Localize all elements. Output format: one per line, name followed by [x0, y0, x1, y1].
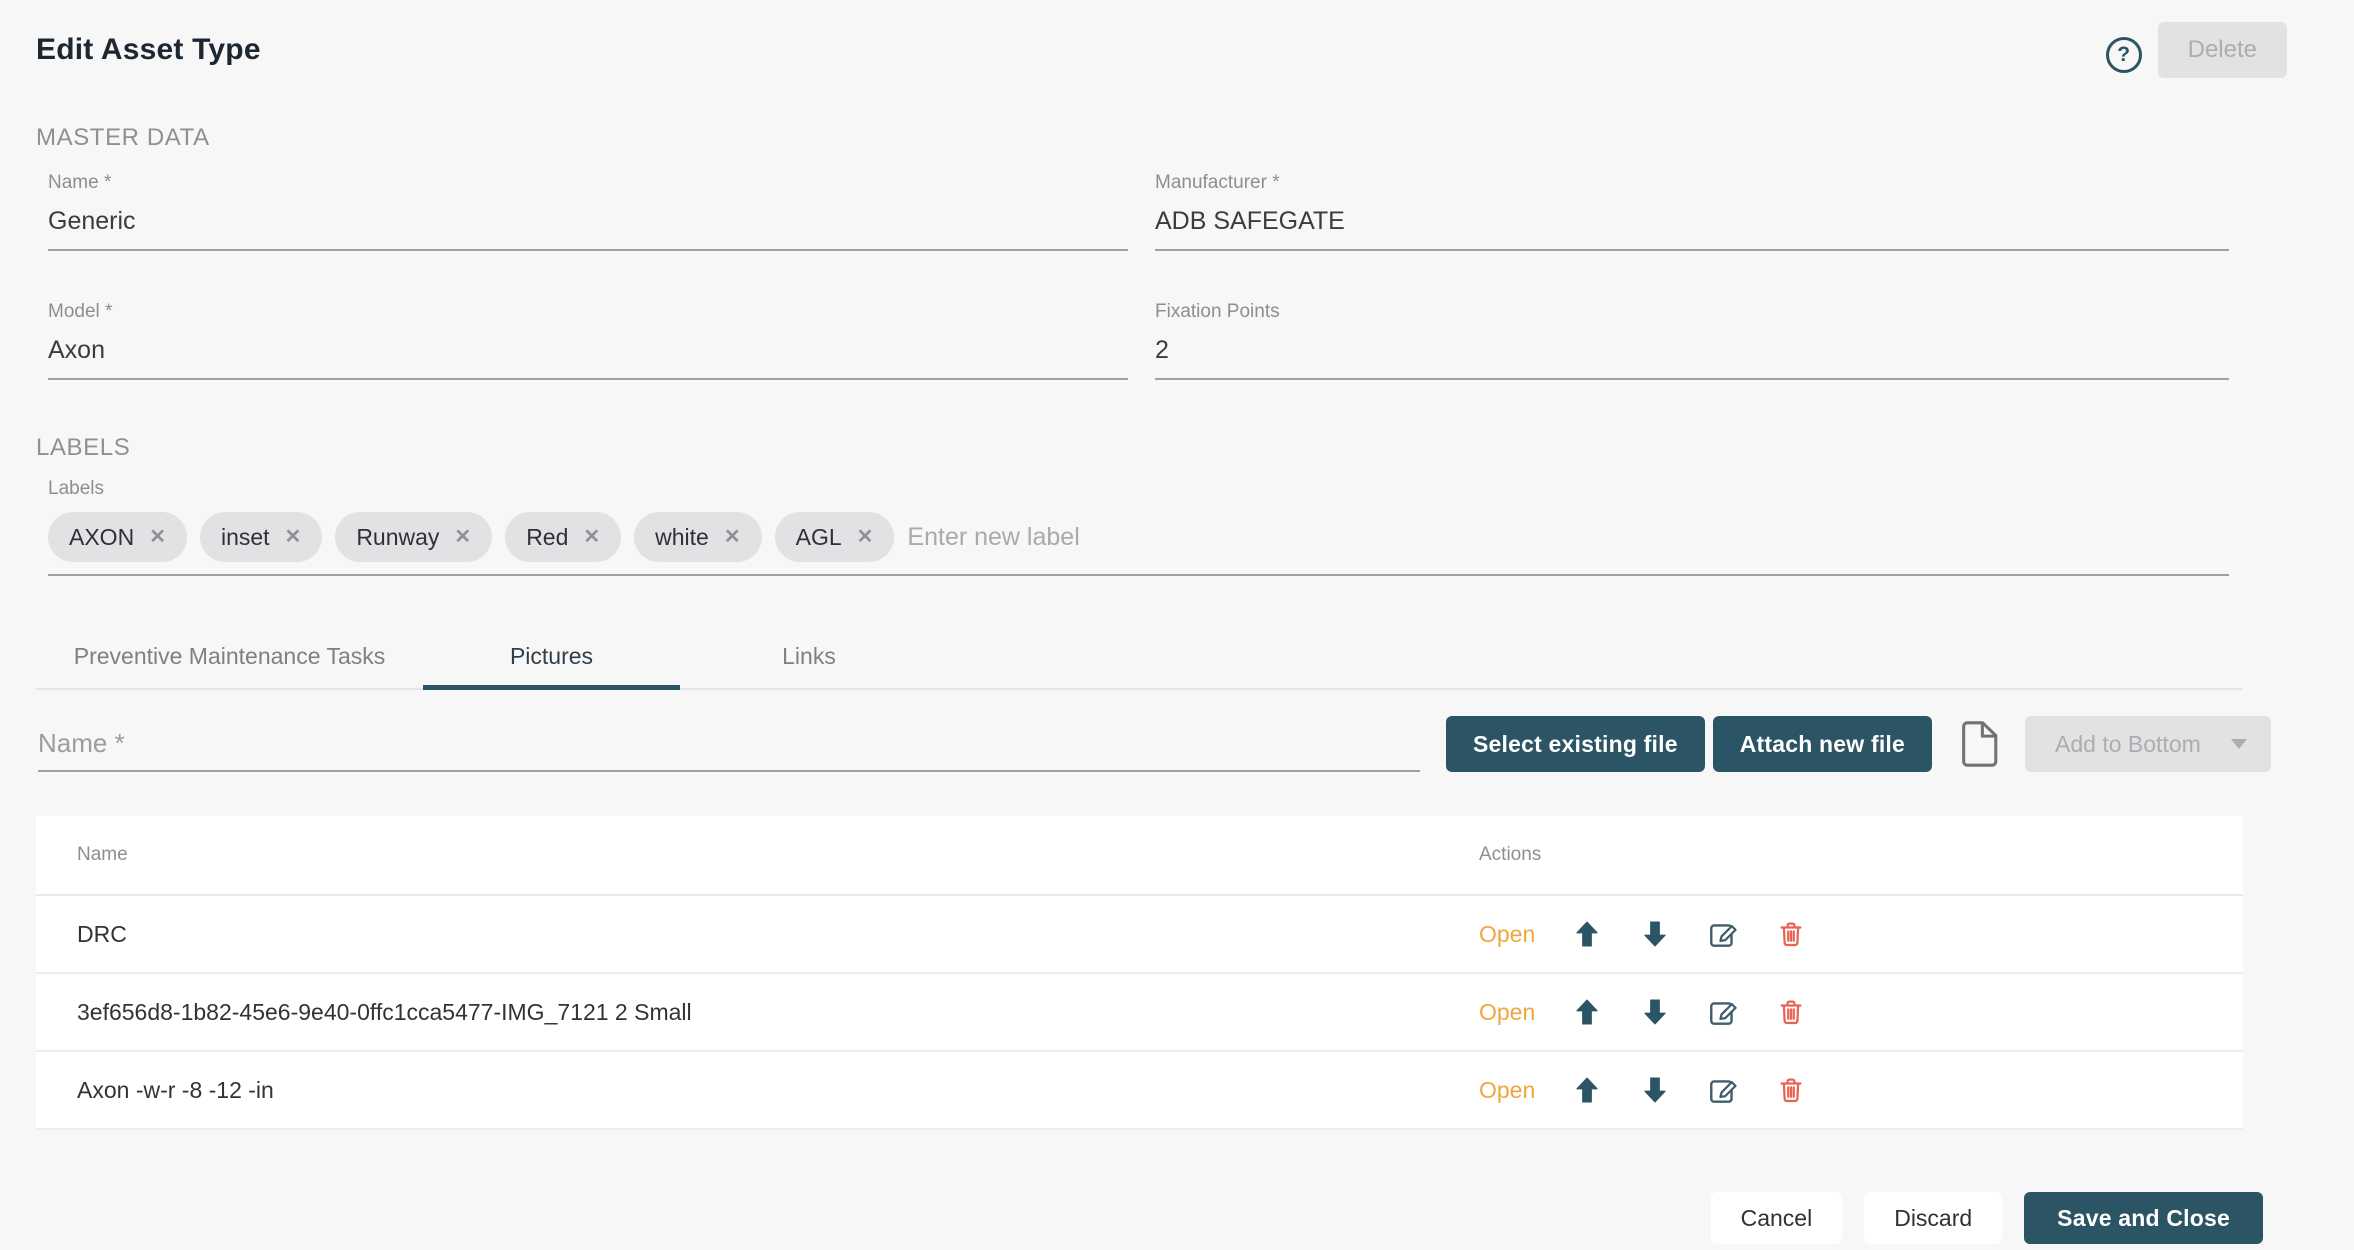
- label-chip: AXON ✕: [48, 512, 187, 562]
- attach-new-file-button[interactable]: Attach new file: [1713, 716, 1932, 772]
- remove-chip-icon[interactable]: ✕: [583, 527, 600, 547]
- tab-bar: Preventive Maintenance Tasks Pictures Li…: [36, 624, 2243, 690]
- picture-name: 3ef656d8-1b82-45e6-9e40-0ffc1cca5477-IMG…: [77, 999, 1479, 1026]
- edit-icon[interactable]: [1707, 918, 1739, 950]
- manufacturer-field-label: Manufacturer *: [1155, 172, 2229, 194]
- label-chip-text: inset: [221, 524, 270, 551]
- fixation-points-field-label: Fixation Points: [1155, 301, 2229, 323]
- edit-icon[interactable]: [1707, 996, 1739, 1028]
- row-actions: Open: [1479, 996, 2243, 1028]
- fixation-points-field-value[interactable]: 2: [1155, 336, 2229, 380]
- pictures-table: Name Actions DRC Open: [36, 816, 2243, 1130]
- tab-links[interactable]: Links: [680, 624, 938, 688]
- move-down-icon[interactable]: [1639, 996, 1671, 1028]
- master-data-form: Name * Generic Manufacturer * ADB SAFEGA…: [48, 172, 2354, 380]
- edit-icon[interactable]: [1707, 1074, 1739, 1106]
- label-chip: AGL ✕: [775, 512, 895, 562]
- label-chip-text: Red: [526, 524, 568, 551]
- delete-row-icon[interactable]: [1775, 996, 1807, 1028]
- label-chip: Runway ✕: [335, 512, 492, 562]
- remove-chip-icon[interactable]: ✕: [454, 527, 471, 547]
- new-label-input[interactable]: [907, 512, 2229, 562]
- label-chip-text: AXON: [69, 524, 134, 551]
- label-chip-text: Runway: [356, 524, 439, 551]
- pictures-toolbar: Select existing file Attach new file Add…: [38, 716, 2354, 772]
- manufacturer-field-value[interactable]: ADB SAFEGATE: [1155, 207, 2229, 251]
- tab-pictures[interactable]: Pictures: [423, 624, 680, 688]
- cancel-button[interactable]: Cancel: [1711, 1192, 1843, 1244]
- label-chip: inset ✕: [200, 512, 322, 562]
- page-title: Edit Asset Type: [36, 33, 261, 67]
- name-field-value[interactable]: Generic: [48, 207, 1128, 251]
- move-up-icon[interactable]: [1571, 918, 1603, 950]
- delete-row-icon[interactable]: [1775, 1074, 1807, 1106]
- header-actions: ? Delete: [2106, 22, 2287, 78]
- row-actions: Open: [1479, 918, 2243, 950]
- tab-preventive-maintenance-tasks[interactable]: Preventive Maintenance Tasks: [36, 624, 423, 688]
- table-row: 3ef656d8-1b82-45e6-9e40-0ffc1cca5477-IMG…: [36, 974, 2243, 1052]
- open-link[interactable]: Open: [1479, 921, 1535, 948]
- labels-chips-row: AXON ✕ inset ✕ Runway ✕ Red ✕ white ✕ AG…: [48, 512, 2229, 576]
- table-row: Axon -w-r -8 -12 -in Open: [36, 1052, 2243, 1130]
- open-link[interactable]: Open: [1479, 1077, 1535, 1104]
- labels-section-title: LABELS: [36, 434, 2354, 462]
- name-field[interactable]: Name * Generic: [48, 172, 1128, 251]
- move-down-icon[interactable]: [1639, 1074, 1671, 1106]
- label-chip-text: white: [655, 524, 709, 551]
- question-mark-glyph: ?: [2117, 43, 2130, 67]
- delete-button[interactable]: Delete: [2158, 22, 2287, 78]
- column-header-name: Name: [77, 844, 1479, 866]
- labels-field-label: Labels: [48, 478, 2354, 500]
- picture-name-input[interactable]: [38, 716, 1420, 772]
- open-link[interactable]: Open: [1479, 999, 1535, 1026]
- remove-chip-icon[interactable]: ✕: [857, 527, 874, 547]
- select-existing-file-button[interactable]: Select existing file: [1446, 716, 1705, 772]
- model-field-value[interactable]: Axon: [48, 336, 1128, 380]
- picture-name: Axon -w-r -8 -12 -in: [77, 1077, 1479, 1104]
- label-chip-text: AGL: [796, 524, 842, 551]
- chevron-down-icon: [2231, 739, 2247, 749]
- manufacturer-field[interactable]: Manufacturer * ADB SAFEGATE: [1155, 172, 2229, 251]
- model-field[interactable]: Model * Axon: [48, 301, 1128, 380]
- page-header: Edit Asset Type ? Delete: [0, 0, 2354, 84]
- add-to-bottom-label: Add to Bottom: [2055, 731, 2201, 758]
- move-up-icon[interactable]: [1571, 996, 1603, 1028]
- model-field-label: Model *: [48, 301, 1128, 323]
- move-down-icon[interactable]: [1639, 918, 1671, 950]
- table-row: DRC Open: [36, 896, 2243, 974]
- remove-chip-icon[interactable]: ✕: [724, 527, 741, 547]
- file-icon: [1960, 719, 1998, 769]
- table-header-row: Name Actions: [36, 816, 2243, 896]
- remove-chip-icon[interactable]: ✕: [149, 527, 166, 547]
- footer-actions: Cancel Discard Save and Close: [0, 1192, 2354, 1244]
- remove-chip-icon[interactable]: ✕: [285, 527, 302, 547]
- move-up-icon[interactable]: [1571, 1074, 1603, 1106]
- name-field-label: Name *: [48, 172, 1128, 194]
- fixation-points-field[interactable]: Fixation Points 2: [1155, 301, 2229, 380]
- column-header-actions: Actions: [1479, 844, 2243, 866]
- label-chip: white ✕: [634, 512, 761, 562]
- add-to-bottom-dropdown[interactable]: Add to Bottom: [2025, 716, 2271, 772]
- delete-row-icon[interactable]: [1775, 918, 1807, 950]
- picture-name: DRC: [77, 921, 1479, 948]
- save-and-close-button[interactable]: Save and Close: [2024, 1192, 2263, 1244]
- help-icon[interactable]: ?: [2106, 37, 2142, 73]
- row-actions: Open: [1479, 1074, 2243, 1106]
- master-data-section-title: MASTER DATA: [36, 124, 2354, 152]
- label-chip: Red ✕: [505, 512, 621, 562]
- discard-button[interactable]: Discard: [1864, 1192, 2002, 1244]
